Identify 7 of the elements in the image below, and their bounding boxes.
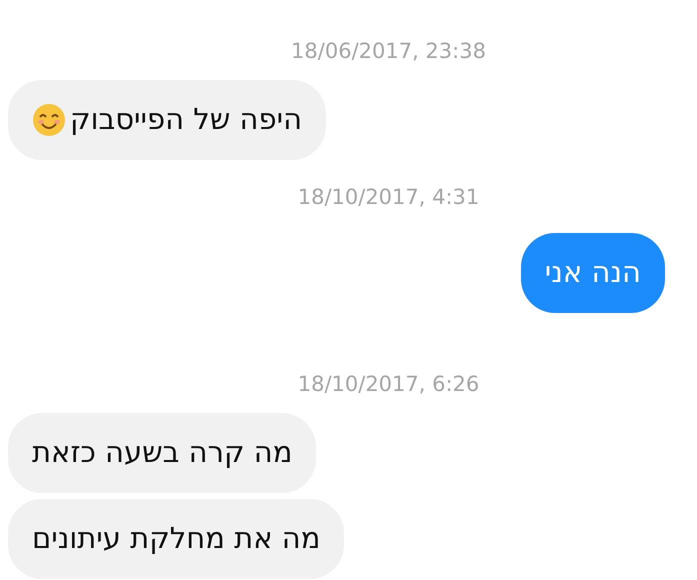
received-message-bubble: היפה של הפייסבוק bbox=[8, 80, 326, 160]
received-message-bubble: מה קרה בשעה כזאת bbox=[8, 412, 316, 492]
timestamp: 18/10/2017, 6:26 bbox=[298, 371, 480, 398]
timestamp: 18/06/2017, 23:38 bbox=[291, 38, 486, 65]
received-message-bubble: מה את מחלקת עיתונים bbox=[8, 498, 344, 578]
timestamp: 18/10/2017, 4:31 bbox=[298, 184, 480, 210]
sent-message-bubble: הנה אני bbox=[520, 233, 665, 313]
